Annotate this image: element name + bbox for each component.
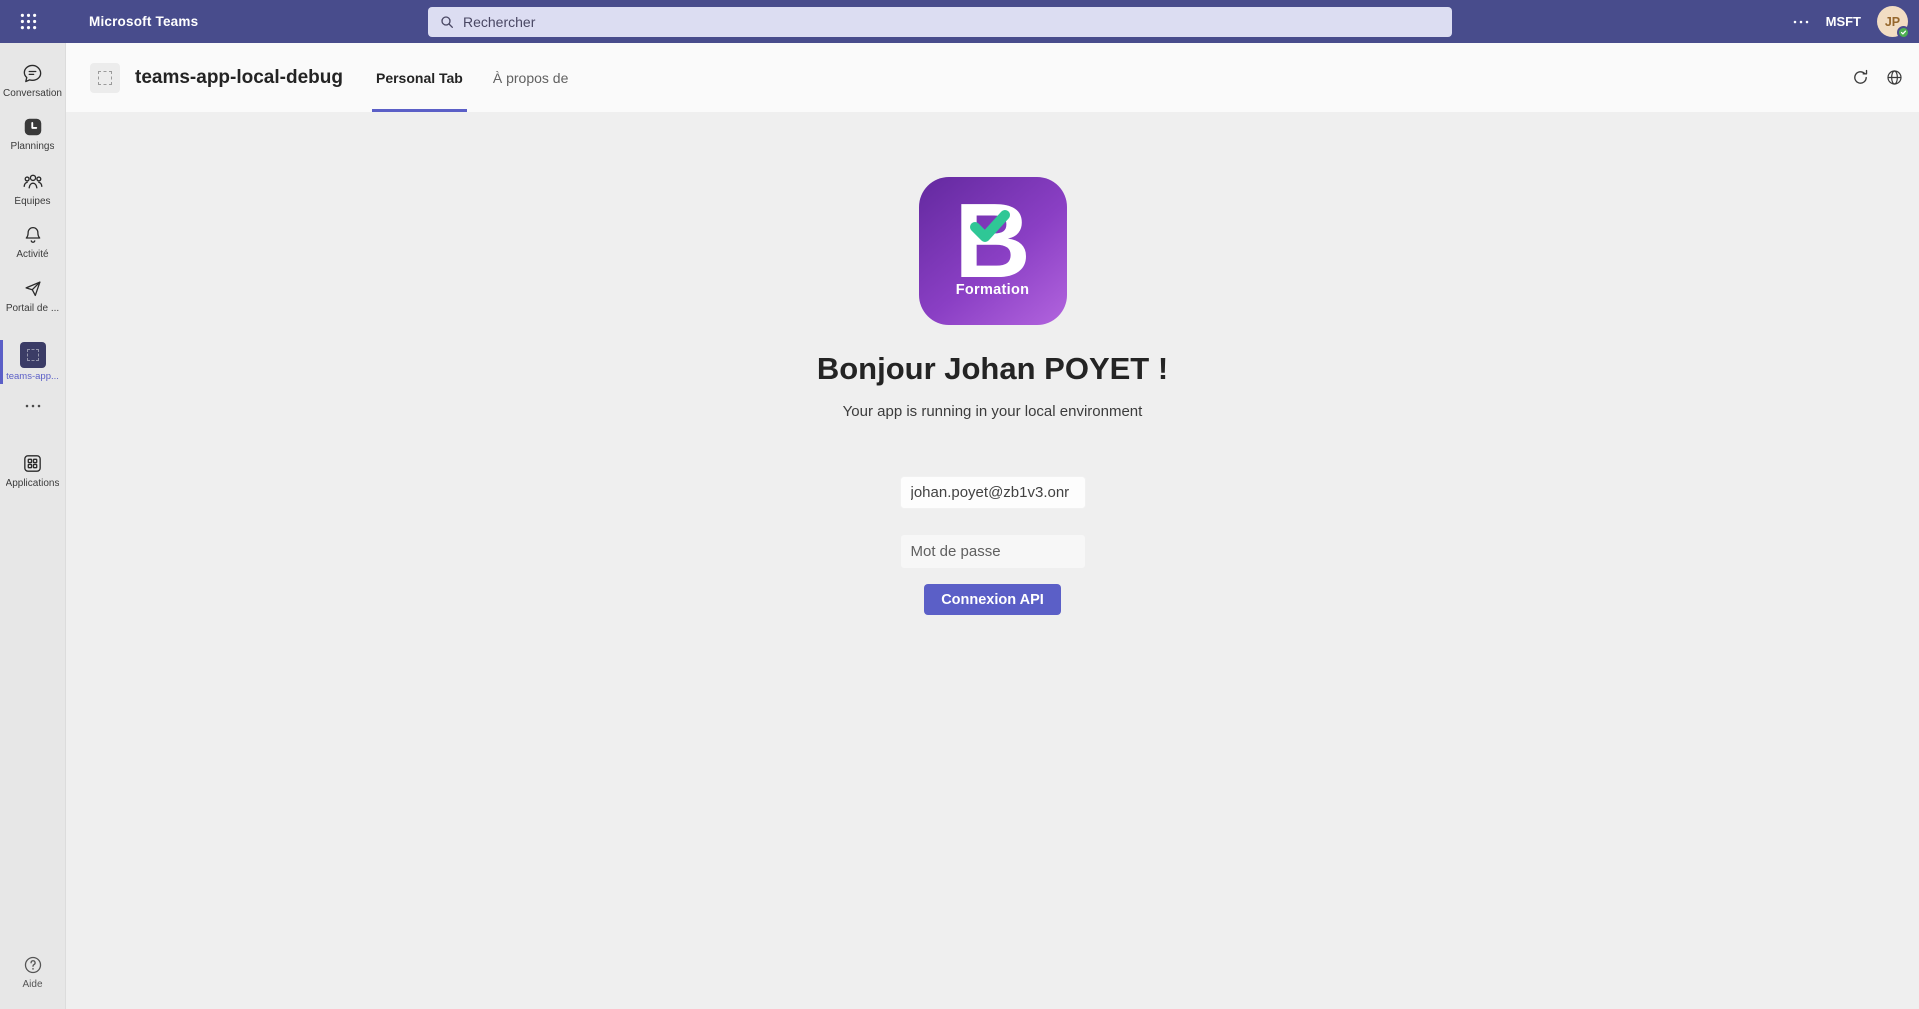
more-options-icon[interactable]	[1792, 13, 1810, 31]
top-bar: Microsoft Teams MSFT JP	[0, 0, 1919, 43]
logo-caption: Formation	[919, 282, 1067, 298]
sidebar-item-conversation[interactable]: Conversation	[0, 55, 65, 105]
sidebar-item-applications[interactable]: Applications	[0, 445, 65, 495]
more-horizontal-icon	[24, 397, 42, 415]
search-input[interactable]	[463, 14, 1452, 30]
app-shell: Conversation Plannings	[0, 43, 1919, 1009]
greeting-heading: Bonjour Johan POYET !	[66, 351, 1919, 387]
api-login-button[interactable]: Connexion API	[924, 584, 1061, 615]
sidebar-item-plannings[interactable]: Plannings	[0, 109, 65, 159]
email-field[interactable]	[900, 476, 1086, 509]
tenant-label: MSFT	[1826, 14, 1861, 29]
sidebar-item-aide[interactable]: Aide	[0, 947, 65, 997]
bell-icon	[22, 224, 44, 246]
sidebar-item-portail[interactable]: Portail de ...	[0, 271, 65, 321]
avatar-initials: JP	[1885, 15, 1900, 29]
help-icon	[22, 954, 44, 976]
tab-bar: Personal Tab À propos de	[361, 43, 583, 112]
sidebar-item-label: teams-app...	[6, 371, 59, 382]
presence-available-icon	[1897, 26, 1910, 39]
tab-content: B Formation Bonjour Johan POYET ! Your a…	[66, 112, 1919, 1009]
app-header: teams-app-local-debug Personal Tab À pro…	[66, 43, 1919, 112]
sidebar-item-label: Aide	[22, 979, 42, 990]
app-title: teams-app-local-debug	[135, 67, 343, 89]
sidebar-item-label: Conversation	[3, 88, 62, 99]
sidebar-more-apps[interactable]	[0, 391, 65, 421]
sidebar-item-label: Applications	[6, 478, 60, 489]
app-grid-icon	[21, 452, 44, 475]
chat-icon	[21, 62, 44, 85]
tab-a-propos-de[interactable]: À propos de	[489, 43, 573, 112]
logo-checkmark-icon	[969, 208, 1011, 244]
globe-icon[interactable]	[1885, 68, 1904, 87]
sidebar-item-label: Plannings	[11, 141, 55, 152]
sidebar-item-label: Activité	[16, 249, 48, 260]
search-box[interactable]	[428, 7, 1452, 37]
avatar[interactable]: JP	[1877, 6, 1908, 37]
sidebar-item-label: Portail de ...	[6, 303, 59, 314]
search-icon	[439, 14, 455, 30]
sidebar-item-teams-app[interactable]: teams-app...	[0, 337, 65, 387]
app-launcher-button[interactable]	[0, 11, 39, 32]
paper-plane-icon	[22, 278, 44, 300]
product-title: Microsoft Teams	[89, 14, 198, 29]
topbar-right-cluster: MSFT JP	[1792, 0, 1908, 43]
main-panel: teams-app-local-debug Personal Tab À pro…	[66, 43, 1919, 1009]
app-logo: B Formation	[919, 177, 1067, 325]
sidebar-item-activite[interactable]: Activité	[0, 217, 65, 267]
people-icon	[21, 170, 45, 193]
waffle-icon	[18, 11, 39, 32]
shifts-icon	[22, 116, 44, 138]
password-field[interactable]	[900, 534, 1086, 569]
tab-personal-tab[interactable]: Personal Tab	[372, 43, 467, 112]
sidebar-item-equipes[interactable]: Équipes	[0, 163, 65, 213]
sidebar-item-label: Équipes	[14, 196, 50, 207]
app-placeholder-icon	[90, 63, 120, 93]
app-header-actions	[1851, 68, 1919, 87]
left-rail: Conversation Plannings	[0, 43, 66, 1009]
refresh-icon[interactable]	[1851, 68, 1870, 87]
environment-subtitle: Your app is running in your local enviro…	[66, 403, 1919, 420]
custom-app-tile-icon	[20, 342, 46, 368]
